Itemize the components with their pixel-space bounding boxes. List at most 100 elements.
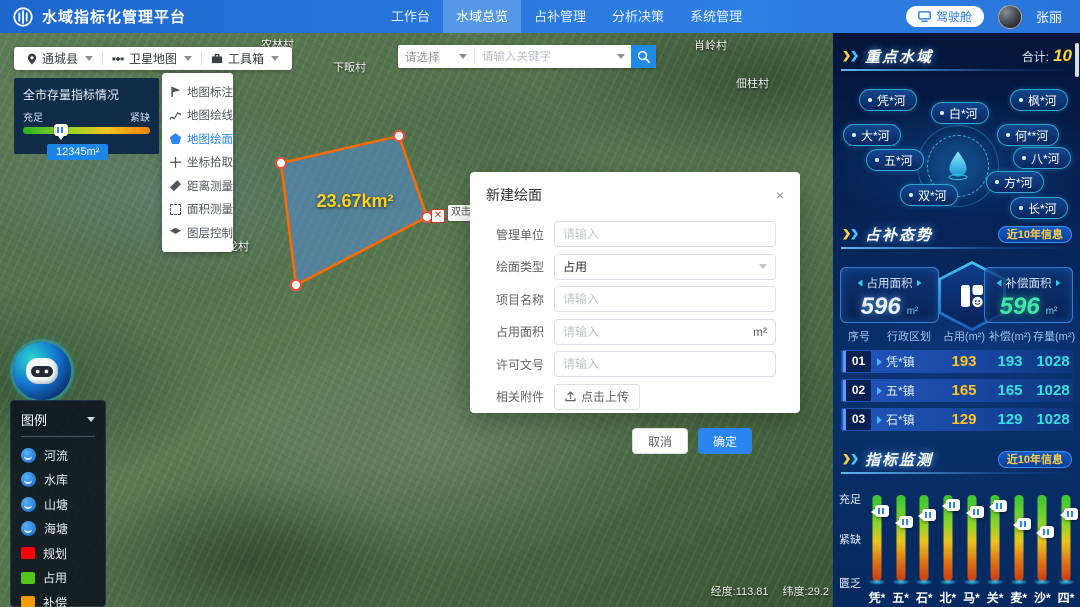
close-icon[interactable]: × — [776, 188, 784, 202]
river-tag[interactable]: 双*河 — [900, 184, 958, 206]
river-tag[interactable]: 八*河 — [1013, 147, 1071, 169]
row-compensated: 165 — [987, 382, 1033, 399]
upload-button[interactable]: 点击上传 — [554, 384, 640, 410]
nav-item[interactable]: 占补管理 — [521, 0, 599, 33]
main-nav: 工作台水域总览占补管理分析决策系统管理 — [378, 0, 755, 33]
legend-item[interactable]: 山塘 — [21, 492, 95, 517]
nav-item[interactable]: 水域总览 — [443, 0, 521, 33]
legend-icon — [21, 572, 35, 584]
bar-slider-marker[interactable] — [1040, 526, 1054, 538]
total-label: 合计: — [1022, 48, 1049, 65]
table-header-cell: 存量(m²) — [1033, 328, 1073, 344]
chevron-down-icon — [459, 54, 467, 59]
form-row-attachment: 相关附件 点击上传 — [480, 384, 776, 410]
legend-item[interactable]: 规划 — [21, 541, 95, 566]
legend-label: 山塘 — [44, 496, 68, 513]
occupied-area-box: 占用面积 596 m² — [840, 267, 939, 323]
gradient-bar — [1038, 495, 1047, 581]
toolbox-selector[interactable]: 工具箱 — [202, 47, 288, 70]
cancel-button[interactable]: 取消 — [632, 428, 688, 454]
legend-item[interactable]: 水库 — [21, 468, 95, 493]
legend-item[interactable]: 占用 — [21, 566, 95, 591]
table-header-cell: 序号 — [841, 328, 877, 344]
nav-item[interactable]: 分析决策 — [599, 0, 677, 33]
tool-menu-item[interactable]: 地图标注 — [162, 80, 233, 104]
permit-input[interactable] — [563, 357, 767, 371]
river-tag[interactable]: 凭*河 — [859, 89, 917, 111]
avatar[interactable] — [998, 5, 1022, 29]
row-district: 石*镇 — [877, 411, 941, 428]
app-logo-icon — [12, 6, 34, 28]
upload-icon — [565, 391, 576, 402]
project-name-input[interactable] — [563, 292, 767, 306]
assistant-mascot[interactable] — [13, 342, 71, 400]
tool-menu-item[interactable]: 地图绘面 — [162, 127, 233, 151]
gradient-bar — [1014, 495, 1023, 581]
legend-item[interactable]: 补偿 — [21, 590, 95, 607]
nav-item[interactable]: 工作台 — [378, 0, 443, 33]
layers-icon — [170, 227, 181, 238]
nav-item[interactable]: 系统管理 — [677, 0, 755, 33]
legend-item[interactable]: 海塘 — [21, 517, 95, 542]
tool-menu-item[interactable]: 图层控制 — [162, 221, 233, 245]
map-canvas[interactable]: 农林村下畈村肖岭村佃柱村白龙村 23.67km² ✕ 双击结束 通城县 — [0, 33, 833, 607]
type-select[interactable]: 占用 — [554, 254, 776, 280]
key-waters-header: 重点水域 合计: 10 — [843, 45, 1072, 67]
bar-label: 北* — [937, 589, 959, 606]
tool-menu-item[interactable]: 距离测量 — [162, 174, 233, 198]
indicator-bar: 凭* — [866, 495, 888, 581]
tool-label: 坐标拾取 — [187, 154, 233, 170]
legend-items: 河流 水库 山塘 海塘 规划 占用 — [21, 443, 95, 607]
polygon-vertex[interactable] — [394, 131, 404, 141]
table-row[interactable]: 03 石*镇 129 129 1028 — [841, 408, 1073, 431]
robot-icon — [26, 358, 58, 384]
table-row[interactable]: 02 五*镇 165 165 1028 — [841, 379, 1073, 402]
area-input[interactable] — [563, 325, 747, 339]
bar-slider-marker[interactable] — [875, 505, 889, 517]
district-table: 序号行政区划占用(m²)补偿(m²)存量(m²) 01 凭*镇 193 193 … — [841, 328, 1073, 437]
delete-vertex-icon[interactable]: ✕ — [431, 209, 445, 223]
legend-header[interactable]: 图例 — [21, 410, 95, 437]
legend-item[interactable]: 河流 — [21, 443, 95, 468]
bar-label: 五* — [890, 589, 912, 606]
form-row-type: 绘面类型 占用 — [480, 254, 776, 280]
search-input[interactable] — [475, 51, 615, 63]
double-chevron-icon — [843, 454, 858, 465]
bar-base-glow — [1057, 579, 1075, 585]
bar-slider-marker[interactable] — [946, 499, 960, 511]
river-name: 何**河 — [1015, 127, 1048, 144]
modal-footer: 取消 确定 — [480, 416, 776, 454]
cockpit-button[interactable]: 驾驶舱 — [906, 6, 984, 27]
search-button[interactable] — [631, 45, 656, 68]
robot-visor — [31, 366, 53, 377]
river-tag[interactable]: 方*河 — [986, 171, 1044, 193]
river-tag[interactable]: 大*河 — [843, 124, 901, 146]
tool-menu-item[interactable]: 地图绘线 — [162, 104, 233, 128]
monitor-header: 指标监测 近10年信息 — [843, 448, 1072, 470]
polygon-vertex[interactable] — [291, 280, 301, 290]
river-tag[interactable]: 长*河 — [1010, 197, 1068, 219]
bar-slider-marker[interactable] — [1017, 518, 1031, 530]
polygon-vertex[interactable] — [276, 158, 286, 168]
scrollbar-thumb[interactable] — [1075, 43, 1079, 77]
region-selector[interactable]: 通城县 — [18, 47, 102, 70]
stock-slider-marker[interactable] — [54, 124, 68, 136]
unit-input[interactable] — [563, 227, 767, 241]
basemap-selector[interactable]: 卫星地图 — [103, 47, 201, 70]
river-tag[interactable]: 五*河 — [866, 149, 924, 171]
bar-slider-marker[interactable] — [899, 516, 913, 528]
river-tag[interactable]: 白*河 — [931, 102, 989, 124]
tool-menu-item[interactable]: 面积测量 — [162, 198, 233, 222]
table-row[interactable]: 01 凭*镇 193 193 1028 — [841, 350, 1073, 373]
bar-slider-marker[interactable] — [970, 506, 984, 518]
tool-menu-item[interactable]: 坐标拾取 — [162, 151, 233, 175]
river-tag[interactable]: 枫*河 — [1010, 89, 1068, 111]
bar-slider-marker[interactable] — [993, 500, 1007, 512]
chevron-down-icon — [271, 56, 279, 61]
bar-slider-marker[interactable] — [922, 509, 936, 521]
bar-label: 沙* — [1031, 589, 1053, 606]
river-tag[interactable]: 何**河 — [997, 124, 1059, 146]
bar-slider-marker[interactable] — [1064, 508, 1078, 520]
search-category-select[interactable]: 请选择 — [398, 49, 474, 65]
confirm-button[interactable]: 确定 — [698, 428, 752, 454]
